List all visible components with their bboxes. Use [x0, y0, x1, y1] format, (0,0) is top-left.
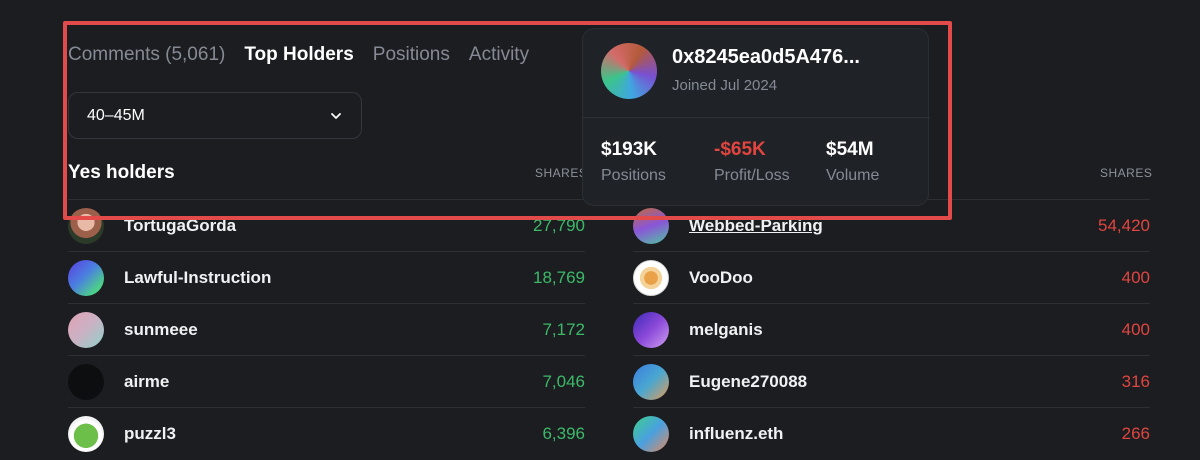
- avatar: [68, 259, 104, 296]
- tab-positions[interactable]: Positions: [373, 44, 450, 66]
- avatar: [68, 363, 104, 400]
- no-shares-header: SHARES: [1100, 166, 1153, 180]
- holder-row[interactable]: Eugene270088 316: [633, 355, 1150, 407]
- holder-shares: 400: [1121, 319, 1150, 339]
- holder-row[interactable]: airme 7,046: [68, 355, 585, 407]
- profile-card-header: 0x8245ea0d5A476... Joined Jul 2024: [583, 29, 930, 118]
- holder-row[interactable]: puzzl3 6,396: [68, 407, 585, 459]
- range-select[interactable]: 40–45M: [68, 92, 362, 139]
- holder-name[interactable]: Webbed-Parking: [689, 216, 823, 236]
- positions-value: $193K: [601, 139, 657, 160]
- positions-label: Positions: [601, 167, 666, 184]
- holder-shares: 27,790: [533, 215, 585, 235]
- holder-row[interactable]: sunmeee 7,172: [68, 303, 585, 355]
- holder-name[interactable]: melganis: [689, 320, 763, 340]
- holder-row[interactable]: VooDoo 400: [633, 251, 1150, 303]
- holder-name[interactable]: TortugaGorda: [124, 216, 236, 236]
- holder-shares: 7,172: [542, 319, 585, 339]
- tab-activity[interactable]: Activity: [469, 44, 529, 66]
- holder-row[interactable]: Webbed-Parking 54,420: [633, 199, 1150, 251]
- avatar: [68, 207, 104, 244]
- joined-date: Joined Jul 2024: [672, 77, 778, 94]
- profit-loss-label: Profit/Loss: [714, 167, 790, 184]
- holder-name[interactable]: airme: [124, 372, 169, 392]
- holder-row[interactable]: Lawful-Instruction 18,769: [68, 251, 585, 303]
- profile-hover-card: 0x8245ea0d5A476... Joined Jul 2024 $193K…: [582, 28, 930, 206]
- tab-top-holders[interactable]: Top Holders: [244, 44, 353, 66]
- volume-stat: $54M Volume: [826, 139, 879, 185]
- volume-value: $54M: [826, 139, 874, 160]
- avatar: [68, 311, 104, 348]
- avatar: [633, 259, 669, 296]
- holder-row[interactable]: influenz.eth 266: [633, 407, 1150, 459]
- avatar: [633, 363, 669, 400]
- holder-shares: 18,769: [533, 267, 585, 287]
- holder-shares: 400: [1121, 267, 1150, 287]
- holder-name[interactable]: puzzl3: [124, 424, 176, 444]
- positions-stat: $193K Positions: [601, 139, 666, 185]
- tab-comments[interactable]: Comments (5,061): [68, 44, 225, 66]
- holder-shares: 316: [1121, 371, 1150, 391]
- avatar: [633, 207, 669, 244]
- range-select-value: 40–45M: [87, 106, 145, 124]
- avatar: [68, 415, 104, 452]
- holder-name[interactable]: sunmeee: [124, 320, 198, 340]
- yes-holders-title: Yes holders: [68, 162, 175, 183]
- yes-shares-header: SHARES: [535, 166, 588, 180]
- holder-name[interactable]: Lawful-Instruction: [124, 268, 271, 288]
- wallet-address[interactable]: 0x8245ea0d5A476...: [672, 46, 860, 69]
- holder-row[interactable]: TortugaGorda 27,790: [68, 199, 585, 251]
- chevron-down-icon: [331, 112, 341, 119]
- holder-name[interactable]: VooDoo: [689, 268, 753, 288]
- holder-shares: 266: [1121, 423, 1150, 443]
- holder-name[interactable]: Eugene270088: [689, 372, 807, 392]
- avatar: [633, 311, 669, 348]
- holder-shares: 7,046: [542, 371, 585, 391]
- holder-name[interactable]: influenz.eth: [689, 424, 783, 444]
- yes-holders-list: TortugaGorda 27,790 Lawful-Instruction 1…: [68, 199, 585, 459]
- volume-label: Volume: [826, 167, 880, 184]
- holders-tabs: Comments (5,061) Top Holders Positions A…: [68, 44, 529, 66]
- profit-loss-value: -$65K: [714, 139, 766, 160]
- holder-shares: 54,420: [1098, 215, 1150, 235]
- avatar: [633, 415, 669, 452]
- no-holders-list: Webbed-Parking 54,420 VooDoo 400 melgani…: [633, 199, 1150, 459]
- avatar[interactable]: [601, 43, 657, 99]
- profit-loss-stat: -$65K Profit/Loss: [714, 139, 790, 185]
- holder-row[interactable]: melganis 400: [633, 303, 1150, 355]
- holder-shares: 6,396: [542, 423, 585, 443]
